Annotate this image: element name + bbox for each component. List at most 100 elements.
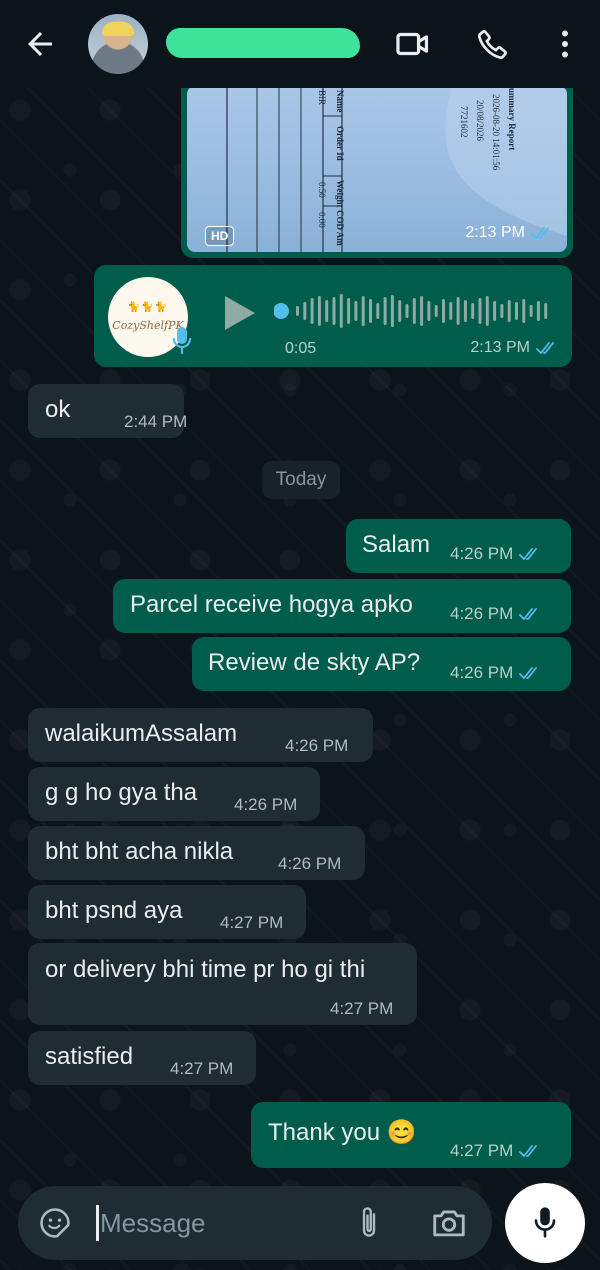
message-bubble-outgoing[interactable]: Thank you 😊 4:27 PM [251, 1102, 571, 1168]
waveform-bar [354, 301, 358, 321]
doc-datetime: 2026-08-20 14:01:56 [491, 94, 501, 171]
message-text: ok [45, 396, 71, 423]
message-time: 4:27 PM [220, 913, 284, 932]
image-message[interactable]: Name Order Id Weight COD Am BIR 0.50 0.0… [181, 80, 573, 258]
message-time: 4:26 PM [450, 604, 514, 623]
cats-logo-icon: 🐈🐈🐈 [127, 302, 169, 313]
waveform-bar [442, 299, 445, 323]
message-meta: 4:26 PM [450, 544, 541, 564]
waveform-bar [493, 301, 497, 321]
waveform-bar [478, 298, 482, 324]
message-time: 4:26 PM [234, 795, 298, 814]
waveform-bar [376, 303, 380, 319]
message-time: 4:26 PM [278, 854, 342, 873]
video-camera-icon [396, 32, 429, 56]
doc-col-cod: COD Am [335, 210, 345, 246]
document-photo[interactable]: Name Order Id Weight COD Am BIR 0.50 0.0… [187, 86, 567, 252]
chat-header [0, 0, 600, 88]
waveform-bar [522, 299, 526, 323]
double-check-icon [536, 342, 554, 354]
voice-waveform[interactable] [274, 291, 554, 331]
waveform-bar [463, 300, 467, 322]
sticker-button[interactable] [38, 1206, 72, 1245]
waveform-bar [420, 296, 424, 326]
waveform-bar [347, 298, 351, 324]
doc-col-name: Name [335, 90, 345, 113]
message-text: walaikumAssalam [45, 720, 238, 747]
message-meta: 4:26 PM [450, 604, 541, 624]
message-time: 2:13 PM [470, 339, 530, 356]
camera-button[interactable] [430, 1204, 468, 1247]
message-bubble-incoming[interactable]: g g ho gya tha 4:26 PM [28, 767, 320, 821]
waveform-bar [383, 297, 387, 325]
video-call-button[interactable] [393, 24, 433, 64]
message-text: Parcel receive hogya apko [130, 591, 413, 618]
voice-call-button[interactable] [473, 24, 513, 64]
message-time: 4:27 PM [330, 999, 394, 1018]
message-bubble-outgoing[interactable]: Review de skty AP? 4:26 PM [192, 637, 571, 691]
doc-date: 20/08/2026 [475, 100, 485, 142]
waveform-bar [449, 302, 453, 320]
message-meta: 4:27 PM [450, 1141, 541, 1161]
message-bubble-incoming[interactable]: bht psnd aya 4:27 PM [28, 885, 306, 939]
message-meta: 2:13 PM [470, 339, 558, 357]
arrow-left-icon [28, 32, 52, 56]
message-input[interactable] [100, 1200, 340, 1246]
back-button[interactable] [22, 26, 58, 62]
contact-name-redacted[interactable] [166, 28, 360, 58]
message-text: satisfied [45, 1043, 134, 1070]
message-bubble-incoming[interactable]: bht bht acha nikla 4:26 PM [28, 826, 365, 880]
message-time: 2:13 PM [465, 224, 525, 241]
waveform-bar [361, 296, 365, 326]
message-time: 2:44 PM [124, 412, 188, 431]
waveform-bar [434, 305, 438, 317]
more-options-button[interactable] [545, 24, 585, 64]
voice-record-button[interactable] [505, 1183, 585, 1263]
message-bubble-incoming[interactable]: ok 2:44 PM [28, 384, 188, 438]
waveform-bar [456, 297, 460, 325]
waveform-bar [339, 294, 343, 328]
message-bubble-incoming[interactable]: or delivery bhi time pr ho gi thi 4:27 P… [28, 943, 417, 1025]
microphone-icon [172, 327, 192, 355]
waveform-bar [405, 304, 409, 318]
double-check-icon [519, 608, 538, 620]
double-check-icon [519, 667, 538, 679]
microphone-icon [534, 1207, 556, 1238]
message-bubble-outgoing[interactable]: Parcel receive hogya apko 4:26 PM [113, 579, 571, 633]
waveform-bar [412, 298, 416, 324]
message-text: bht bht acha nikla [45, 838, 234, 865]
waveform-bar [529, 305, 533, 317]
message-bubble-outgoing[interactable]: Salam 4:26 PM [346, 519, 571, 573]
double-check-icon [519, 1145, 538, 1157]
waveform-bar [369, 299, 372, 323]
message-bubble-incoming[interactable]: satisfied 4:27 PM [28, 1031, 256, 1085]
waveform-bar [471, 303, 475, 319]
waveform-bar [485, 296, 489, 326]
message-text: Review de skty AP? [208, 649, 421, 676]
waveform-bar [317, 296, 321, 326]
message-time: 4:26 PM [450, 544, 514, 563]
message-text: Thank you 😊 [268, 1119, 417, 1146]
message-text: bht psnd aya [45, 897, 183, 924]
waveform-bar [325, 300, 329, 322]
doc-row-cod: 0.00 [317, 212, 327, 228]
waveform-bar [332, 297, 336, 325]
paperclip-icon [362, 1207, 376, 1237]
message-time: 4:27 PM [170, 1059, 234, 1078]
contact-avatar[interactable] [88, 14, 148, 74]
voice-message[interactable]: 🐈🐈🐈 CozyShelfPK 0:05 2:13 PM [94, 265, 572, 367]
doc-col-weight: Weight [335, 180, 345, 208]
waveform-bar [398, 300, 402, 322]
message-time: 4:26 PM [285, 736, 349, 755]
camera-icon [433, 1210, 465, 1237]
attach-button[interactable] [354, 1204, 384, 1247]
waveform-bar [500, 304, 504, 318]
waveform-bar [515, 302, 518, 320]
waveform-bar [310, 298, 314, 324]
play-icon[interactable] [222, 293, 258, 333]
message-meta: 2:13 PM [465, 224, 553, 242]
doc-col-order: Order Id [335, 126, 345, 161]
playhead-dot [274, 303, 289, 319]
message-bubble-incoming[interactable]: walaikumAssalam 4:26 PM [28, 708, 373, 762]
waveform-bar [507, 300, 511, 322]
